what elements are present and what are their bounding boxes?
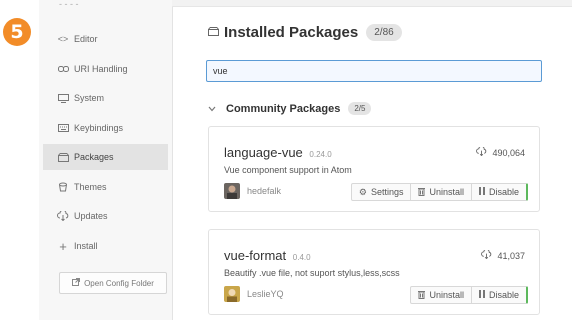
button-label: Uninstall: [429, 187, 464, 197]
code-icon: <>: [57, 34, 69, 44]
cloud-download-icon: [481, 248, 495, 261]
package-version: 0.24.0: [309, 150, 332, 159]
download-count-text: 490,064: [492, 148, 525, 158]
trash-icon: [418, 290, 426, 301]
community-packages-title: Community Packages: [226, 102, 341, 115]
package-name-text: vue-format: [224, 248, 287, 263]
open-config-label: Open Config Folder: [84, 278, 154, 288]
sidebar-item-install[interactable]: + Install: [43, 233, 168, 259]
link-icon: [57, 64, 69, 74]
community-packages-header[interactable]: Community Packages 2/5: [208, 102, 372, 115]
community-count-badge: 2/5: [348, 102, 372, 115]
plus-icon: +: [59, 238, 67, 254]
cloud-download-icon: [57, 211, 69, 221]
sidebar-item-label: Keybindings: [74, 123, 124, 133]
package-actions: Uninstall Disable: [410, 286, 528, 304]
download-count: 490,064: [476, 145, 525, 158]
installed-packages-title: Installed Packages: [224, 24, 359, 41]
avatar: [224, 183, 240, 199]
sidebar-item-label: Editor: [74, 34, 98, 44]
button-label: Uninstall: [429, 290, 464, 300]
sidebar-item-updates[interactable]: Updates: [43, 203, 168, 229]
sidebar-item-label: Themes: [74, 182, 107, 192]
sidebar-item-system[interactable]: System: [43, 85, 168, 111]
sidebar-item-keybindings[interactable]: Keybindings: [43, 115, 168, 141]
cloud-download-icon: [476, 145, 490, 158]
sidebar-item-editor[interactable]: <> Editor: [43, 26, 168, 52]
trash-icon: [418, 187, 426, 198]
monitor-icon: [57, 93, 69, 103]
package-name[interactable]: language-vue 0.24.0: [224, 145, 332, 160]
package-description: Vue component support in Atom: [224, 165, 352, 175]
sidebar-item-label: System: [74, 93, 105, 103]
settings-sidebar: - - - - <> Editor URI Handling System Ke…: [39, 0, 173, 320]
package-description: Beautify .vue file, not suport stylus,le…: [224, 268, 400, 278]
package-actions: ⚙ Settings Uninstall Disable: [350, 183, 528, 201]
button-label: Disable: [488, 187, 519, 197]
open-config-folder-button[interactable]: Open Config Folder: [59, 272, 167, 294]
external-link-icon: [72, 278, 81, 288]
pause-icon: [478, 290, 485, 300]
disable-button[interactable]: Disable: [470, 183, 528, 201]
author-name[interactable]: hedefalk: [247, 186, 281, 196]
sidebar-item-packages[interactable]: Packages: [43, 144, 168, 170]
avatar: [224, 286, 240, 302]
uninstall-button[interactable]: Uninstall: [410, 286, 472, 304]
package-author[interactable]: hedefalk: [224, 183, 281, 199]
package-icon: [57, 152, 69, 162]
paintcan-icon: [57, 182, 69, 192]
sidebar-item-label: URI Handling: [74, 64, 128, 74]
download-count-text: 41,037: [497, 251, 525, 261]
installed-count-badge: 2/86: [366, 24, 402, 41]
disable-button[interactable]: Disable: [470, 286, 528, 304]
package-version: 0.4.0: [292, 253, 311, 262]
chevron-down-icon[interactable]: [208, 104, 216, 114]
pause-icon: [478, 187, 485, 197]
package-search-input[interactable]: [206, 60, 542, 82]
package-name[interactable]: vue-format 0.4.0: [224, 248, 311, 263]
author-name[interactable]: LeslieYQ: [247, 289, 284, 299]
package-icon: [208, 26, 219, 39]
package-name-text: language-vue: [224, 145, 303, 160]
settings-button[interactable]: ⚙ Settings: [350, 183, 412, 201]
package-author[interactable]: LeslieYQ: [224, 286, 284, 302]
gear-icon: ⚙: [358, 186, 367, 197]
installed-packages-heading: Installed Packages 2/86: [208, 24, 402, 41]
keyboard-icon: [57, 123, 69, 133]
step-number-badge: 5: [3, 18, 31, 46]
sidebar-cutoff: - - - -: [59, 0, 79, 9]
download-count: 41,037: [481, 248, 525, 261]
package-card-vue-format[interactable]: vue-format 0.4.0 41,037 Beautify .vue fi…: [208, 229, 540, 315]
package-card-language-vue[interactable]: language-vue 0.24.0 490,064 Vue componen…: [208, 126, 540, 212]
sidebar-item-label: Install: [74, 241, 98, 251]
packages-panel: Installed Packages 2/86 Community Packag…: [172, 0, 574, 320]
sidebar-item-label: Packages: [74, 152, 114, 162]
top-strip: [172, 0, 572, 7]
sidebar-item-label: Updates: [74, 211, 108, 221]
button-label: Disable: [488, 290, 519, 300]
uninstall-button[interactable]: Uninstall: [410, 183, 472, 201]
sidebar-item-uri-handling[interactable]: URI Handling: [43, 56, 168, 82]
button-label: Settings: [370, 187, 404, 197]
sidebar-item-themes[interactable]: Themes: [43, 174, 168, 200]
